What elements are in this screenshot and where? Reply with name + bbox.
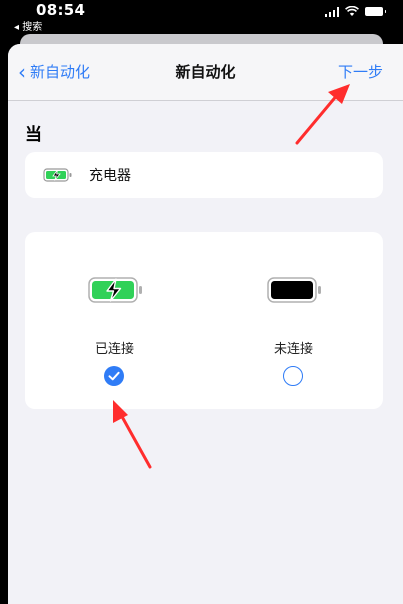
option-connected-label: 已连接 [94,342,134,357]
option-disconnected-label: 未连接 [273,342,313,357]
checkmark-icon[interactable] [104,366,124,386]
back-button-label: 新自动化 [30,63,91,81]
battery-icon [365,7,386,16]
signal-icon [324,6,339,17]
option-connected[interactable]: 已连接 [25,232,204,409]
next-button[interactable]: 下一步 [338,61,383,82]
battery-full-icon [267,277,321,303]
wifi-icon [345,6,359,16]
option-disconnected[interactable]: 未连接 [204,232,383,409]
chevron-left-icon: ‹ [18,59,26,84]
charging-battery-icon [43,168,72,182]
automation-sheet: ‹ 新自动化 新自动化 下一步 当 充电器 已连接 未连接 [8,44,403,604]
status-back-link[interactable]: ◂ 搜索 [14,18,42,33]
radio-unchecked-icon[interactable] [283,366,303,386]
charger-label: 充电器 [89,168,131,184]
navigation-bar: ‹ 新自动化 新自动化 下一步 [8,44,403,101]
back-button[interactable]: ‹ 新自动化 [18,61,90,82]
battery-charging-icon [88,277,142,303]
status-time: 08:54 [36,1,86,19]
section-header-when: 当 [25,125,42,145]
charger-trigger-row: 充电器 [25,152,383,198]
connection-options-card: 已连接 未连接 [25,232,383,409]
status-icons [324,6,386,17]
check-glyph [108,371,120,381]
